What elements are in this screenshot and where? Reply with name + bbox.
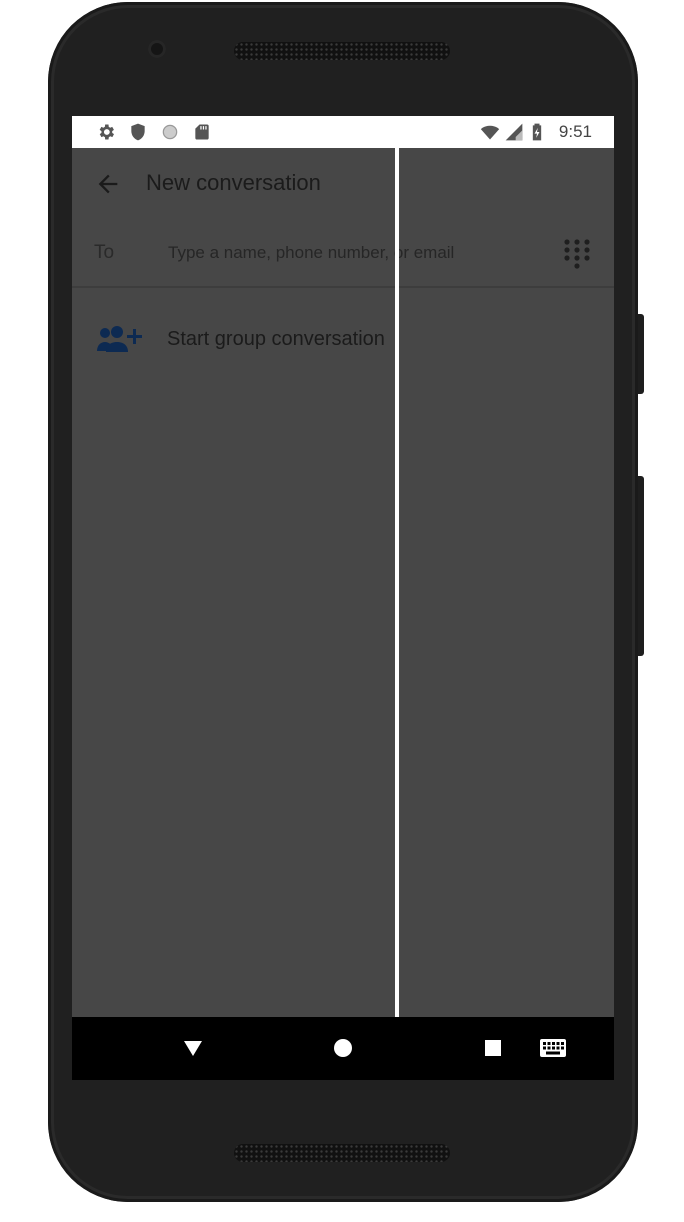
shield-icon bbox=[131, 123, 145, 141]
circle-icon bbox=[162, 124, 178, 140]
start-group-label: Start group conversation bbox=[167, 328, 385, 350]
start-group-conversation[interactable]: Start group conversation bbox=[72, 312, 614, 370]
front-camera bbox=[148, 40, 166, 58]
settings-icon bbox=[99, 124, 114, 140]
signal-icon bbox=[505, 123, 523, 141]
status-time: 9:51 bbox=[558, 122, 592, 141]
keyboard-icon[interactable] bbox=[539, 1037, 567, 1059]
to-label: To bbox=[94, 242, 115, 263]
recipient-row: To bbox=[72, 220, 614, 288]
status-bar: 9:51 bbox=[72, 116, 614, 148]
arrow-back-icon[interactable] bbox=[94, 170, 122, 198]
app-bar: New conversation bbox=[72, 148, 614, 220]
wifi-icon bbox=[480, 125, 500, 140]
dialpad-icon[interactable] bbox=[562, 238, 592, 272]
power-button[interactable] bbox=[638, 314, 644, 394]
recents-square-icon[interactable] bbox=[482, 1037, 504, 1059]
group-add-icon bbox=[97, 326, 142, 352]
recipient-input[interactable] bbox=[166, 234, 550, 272]
screen: 9:51 New conversation To Type a name, ph… bbox=[72, 116, 614, 1080]
battery-charging-icon bbox=[532, 123, 542, 141]
navigation-bar bbox=[72, 1017, 614, 1080]
vertical-divider bbox=[395, 148, 399, 1018]
top-speaker bbox=[234, 42, 450, 60]
sd-card-icon bbox=[195, 124, 209, 140]
bottom-speaker bbox=[234, 1144, 450, 1162]
back-triangle-icon[interactable] bbox=[182, 1037, 204, 1059]
home-circle-icon[interactable] bbox=[332, 1037, 354, 1059]
volume-button[interactable] bbox=[638, 476, 644, 656]
page-title: New conversation bbox=[146, 170, 321, 195]
